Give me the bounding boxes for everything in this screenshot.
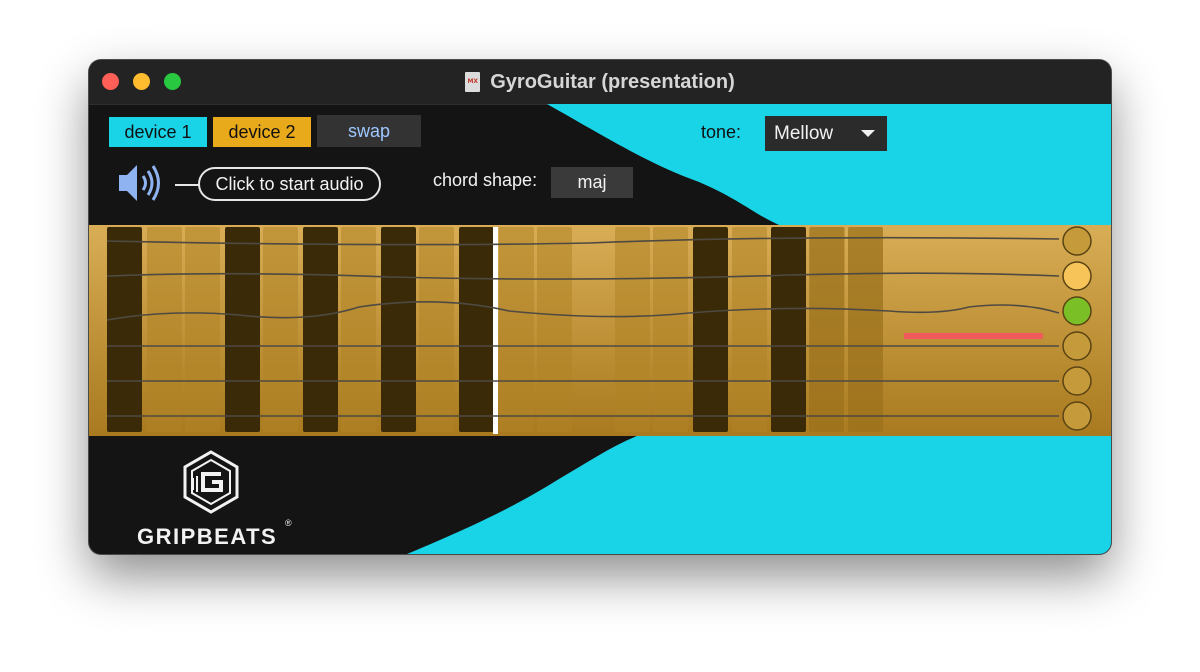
fret-bar-light <box>499 227 534 432</box>
fret-bar-light <box>732 227 767 432</box>
tone-label: tone: <box>701 122 742 142</box>
fret-bar-light <box>341 227 376 432</box>
chord-shape-value[interactable]: maj <box>551 167 633 198</box>
fret-bar-dark <box>303 227 338 432</box>
string-indicator[interactable] <box>1062 331 1092 361</box>
caret-down-icon <box>861 130 875 137</box>
document-icon: MX <box>465 72 481 92</box>
fret-bar-light <box>185 227 220 432</box>
swap-button[interactable]: swap <box>317 115 421 147</box>
tone-dropdown[interactable]: Mellow <box>765 116 887 151</box>
start-audio-callout[interactable]: Click to start audio <box>198 167 381 201</box>
tone-selected-value: Mellow <box>774 122 834 144</box>
string-indicator[interactable] <box>1062 401 1092 431</box>
fret-bar-light <box>809 227 844 432</box>
device-2-button[interactable]: device 2 <box>213 117 311 147</box>
presentation-panel: device 1 device 2 swap Click to start au… <box>89 104 1111 554</box>
fret-bar-dark <box>459 227 494 432</box>
fret-bar-dark <box>381 227 416 432</box>
fret-bar-light <box>653 227 688 432</box>
fret-bar-dark <box>771 227 806 432</box>
fret-bar-light <box>263 227 298 432</box>
device-1-button[interactable]: device 1 <box>109 117 207 147</box>
fret-bar-dark <box>107 227 142 432</box>
fret-bar-light <box>848 227 883 432</box>
cyan-bottom-shape <box>407 424 1111 554</box>
gripbeats-logo: GRIPBEATS ® <box>137 450 297 550</box>
gripbeats-logo-icon <box>183 450 239 514</box>
string-indicator[interactable] <box>1062 366 1092 396</box>
app-window: MX GyroGuitar (presentation) device 1 de… <box>89 60 1111 554</box>
callout-pointer <box>175 184 199 186</box>
chord-shape-label: chord shape: <box>433 170 538 190</box>
fretboard-canvas[interactable] <box>89 225 1111 436</box>
registered-mark: ® <box>285 518 292 528</box>
nut-line <box>493 227 498 434</box>
red-marker <box>904 333 1043 339</box>
string-indicator[interactable] <box>1062 296 1092 326</box>
fret-bar-light <box>419 227 454 432</box>
string-indicator[interactable] <box>1062 261 1092 291</box>
fretboard[interactable] <box>89 225 1111 436</box>
logo-wordmark: GRIPBEATS <box>137 524 278 549</box>
fret-bar-light <box>615 227 650 432</box>
title-wrap: MX GyroGuitar (presentation) <box>89 60 1111 104</box>
fret-bar-light <box>147 227 182 432</box>
string-indicator[interactable] <box>1062 226 1092 256</box>
window-title: GyroGuitar (presentation) <box>490 70 735 93</box>
fret-bar-light <box>537 227 572 432</box>
title-bar: MX GyroGuitar (presentation) <box>89 60 1111 105</box>
speaker-icon[interactable] <box>117 161 163 205</box>
fret-bar-dark <box>693 227 728 432</box>
fret-bar-dark <box>225 227 260 432</box>
